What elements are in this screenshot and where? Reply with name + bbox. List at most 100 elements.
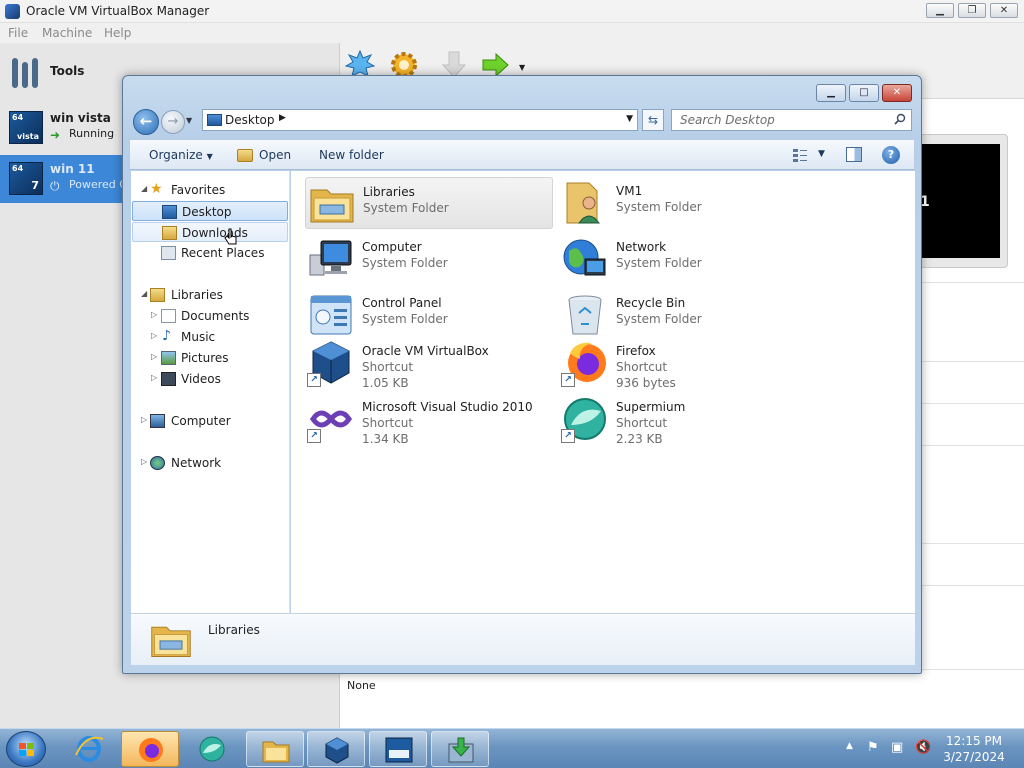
item-name: Network (616, 240, 667, 254)
address-bar[interactable]: Desktop ▶ ▼ (202, 109, 638, 131)
preview-pane-icon[interactable] (846, 147, 862, 162)
nav-libraries[interactable]: ◢ Libraries (131, 285, 290, 305)
search-input[interactable] (672, 110, 887, 130)
start-button[interactable] (6, 731, 46, 767)
nav-network[interactable]: ▷ Network (131, 453, 290, 473)
control-panel-icon (310, 295, 352, 335)
taskbar-explorer[interactable] (246, 731, 304, 767)
downloads-folder-icon (162, 226, 177, 240)
view-dropdown-icon[interactable]: ▼ (818, 149, 825, 159)
vbox-title-bar[interactable]: Oracle VM VirtualBox Manager ▁ ❐ ✕ (0, 0, 1024, 23)
volume-muted-icon[interactable]: 🔇 (915, 740, 931, 756)
network-icon (563, 239, 606, 276)
taskbar-internet-explorer[interactable] (60, 731, 118, 767)
breadcrumb-arrow-icon[interactable]: ▶ (279, 113, 286, 123)
item-supermium[interactable]: ↗ Supermium Shortcut 2.23 KB (559, 393, 807, 446)
taskbar-win-vista-vm[interactable] (369, 731, 427, 767)
collapse-arrow-icon[interactable]: ▷ (151, 331, 157, 340)
organize-dropdown-icon: ▼ (206, 152, 213, 161)
back-button[interactable]: ← (133, 109, 159, 135)
libraries-icon (150, 288, 165, 302)
item-control-panel[interactable]: Control Panel System Folder (305, 289, 553, 341)
item-oracle-vm-virtualbox[interactable]: ↗ Oracle VM VirtualBox Shortcut 1.05 KB (305, 337, 553, 390)
item-firefox[interactable]: ↗ Firefox Shortcut 936 bytes (559, 337, 807, 390)
explorer-maximize-button[interactable]: □ (849, 84, 879, 102)
nav-recent-places[interactable]: Recent Places (131, 243, 290, 263)
recent-pages-dropdown[interactable]: ▼ (186, 116, 192, 125)
nav-pictures[interactable]: ▷ Pictures (131, 348, 290, 368)
nav-downloads[interactable]: Downloads (132, 222, 288, 245)
videos-icon (161, 372, 176, 386)
collapse-arrow-icon[interactable]: ▷ (141, 415, 147, 424)
item-network[interactable]: Network System Folder (559, 233, 807, 285)
shortcut-overlay-icon: ↗ (307, 373, 321, 387)
nav-label: Libraries (171, 288, 223, 302)
item-size: 936 bytes (616, 376, 676, 390)
item-vm1[interactable]: VM1 System Folder (559, 177, 807, 229)
nav-music[interactable]: ▷ ♪ Music (131, 327, 290, 347)
collapse-arrow-icon[interactable]: ▷ (151, 310, 157, 319)
nav-computer[interactable]: ▷ Computer (131, 411, 290, 431)
refresh-button[interactable]: ⇆ (642, 109, 664, 131)
network-tray-icon[interactable]: ▣ (891, 740, 907, 756)
taskbar-firefox[interactable] (121, 731, 179, 767)
action-center-flag-icon[interactable]: ⚑ (867, 740, 883, 756)
nav-label: Videos (181, 372, 221, 386)
search-icon[interactable] (894, 113, 906, 125)
item-name: Recycle Bin (616, 296, 686, 310)
vbox-close-button[interactable]: ✕ (990, 3, 1018, 18)
explorer-minimize-button[interactable]: ▁ (816, 84, 846, 102)
show-hidden-icons-button[interactable]: ▲ (846, 741, 853, 751)
vm-state: Running (69, 127, 115, 140)
collapse-arrow-icon[interactable]: ▷ (151, 373, 157, 382)
nav-documents[interactable]: ▷ Documents (131, 306, 290, 326)
address-crumb-desktop[interactable]: Desktop (225, 113, 275, 127)
menu-file[interactable]: File (8, 26, 28, 40)
nav-videos[interactable]: ▷ Videos (131, 369, 290, 389)
vm-preview-screen: 1 (920, 144, 1000, 258)
menu-machine[interactable]: Machine (42, 26, 92, 40)
explorer-close-button[interactable]: ✕ (882, 84, 912, 102)
vm-name: win vista (50, 111, 111, 125)
item-type: Shortcut (362, 416, 414, 430)
nav-favorites[interactable]: ◢ ★ Favorites (131, 180, 290, 200)
taskbar-supermium[interactable] (183, 731, 241, 767)
item-name: Computer (362, 240, 422, 254)
vbox-restore-button[interactable]: ❐ (958, 3, 986, 18)
open-folder-icon (237, 149, 253, 162)
download-icon (448, 737, 474, 763)
menu-help[interactable]: Help (104, 26, 131, 40)
start-dropdown-icon[interactable]: ▼ (519, 63, 525, 72)
command-bar: Organize ▼ Open New folder ▼ ? (129, 139, 915, 170)
vbox-minimize-button[interactable]: ▁ (926, 3, 954, 18)
collapse-arrow-icon[interactable]: ▷ (141, 457, 147, 466)
expand-arrow-icon[interactable]: ◢ (141, 289, 147, 298)
collapse-arrow-icon[interactable]: ▷ (151, 352, 157, 361)
nav-desktop[interactable]: Desktop (132, 201, 288, 221)
taskbar-download-app[interactable] (431, 731, 489, 767)
item-microsoft-visual-studio-2010[interactable]: ↗ Microsoft Visual Studio 2010 Shortcut … (305, 393, 553, 446)
change-view-icon[interactable] (792, 147, 808, 163)
item-size: 1.34 KB (362, 432, 409, 446)
item-libraries[interactable]: Libraries System Folder (305, 177, 553, 229)
new-folder-button[interactable]: New folder (319, 148, 384, 162)
music-icon: ♪ (162, 328, 171, 344)
vm-vista-os-icon: 64 vista (9, 111, 43, 144)
organize-button[interactable]: Organize ▼ (149, 148, 213, 162)
item-name: Microsoft Visual Studio 2010 (362, 400, 533, 414)
forward-button[interactable]: → (161, 110, 185, 134)
nav-label: Music (181, 330, 216, 344)
taskbar-virtualbox[interactable] (307, 731, 365, 767)
address-dropdown-icon[interactable]: ▼ (626, 114, 633, 124)
item-recycle-bin[interactable]: Recycle Bin System Folder (559, 289, 807, 341)
item-name: Firefox (616, 344, 656, 358)
windows-logo-icon (19, 743, 34, 756)
item-type: System Folder (362, 256, 448, 270)
details-none-label: None (347, 679, 376, 692)
system-clock[interactable]: 12:15 PM 3/27/2024 (932, 733, 1016, 765)
expand-arrow-icon[interactable]: ◢ (141, 184, 147, 193)
help-icon[interactable]: ? (882, 146, 900, 164)
open-button[interactable]: Open (259, 148, 291, 162)
item-computer[interactable]: Computer System Folder (305, 233, 553, 285)
item-type: Shortcut (616, 416, 668, 430)
